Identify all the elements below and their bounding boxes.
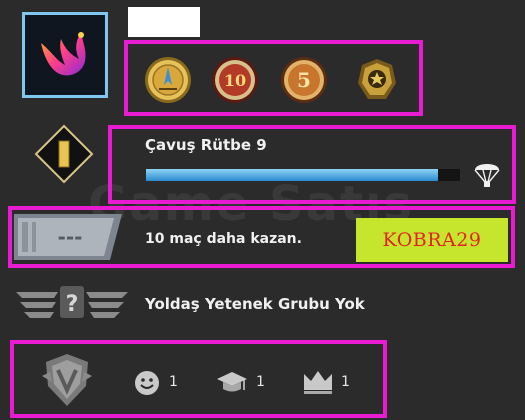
friendly-count: 1 [169,374,178,390]
smiley-icon [135,371,159,395]
operation-badge-medal-icon[interactable] [352,55,402,105]
promo-code: KOBRA29 [382,229,482,251]
rank-diamond-icon [34,124,94,184]
svg-text:?: ? [66,292,79,317]
wins-banner-text: --- [58,225,83,249]
player-name-redacted [128,7,200,37]
skill-group-text: Yoldaş Yetenek Grubu Yok [145,295,365,313]
leader-count: 1 [341,374,350,390]
avatar[interactable] [22,12,108,98]
medal-label-5: 5 [297,68,311,92]
wins-banner-icon: --- [14,214,122,260]
pink-phoenix-icon [41,32,86,76]
five-year-coin-medal-icon[interactable]: 5 [279,55,329,105]
unknown-skill-wings-icon: ? [16,286,128,318]
medal-label-10: 10 [224,71,246,90]
graduation-cap-icon [217,372,247,392]
crown-icon [304,371,332,394]
parachute-drop-icon[interactable] [473,158,501,190]
ten-year-coin-medal-icon[interactable]: 10 [210,55,260,105]
promo-code-box: KOBRA29 [356,218,508,262]
teacher-count: 1 [256,374,265,390]
gold-coin-medal-icon[interactable] [143,55,193,105]
rank-label: Çavuş Rütbe 9 [145,136,267,154]
service-shield-icon [42,354,92,406]
xp-progress-fill [146,169,439,181]
wins-remaining-text: 10 maç daha kazan. [145,231,302,247]
